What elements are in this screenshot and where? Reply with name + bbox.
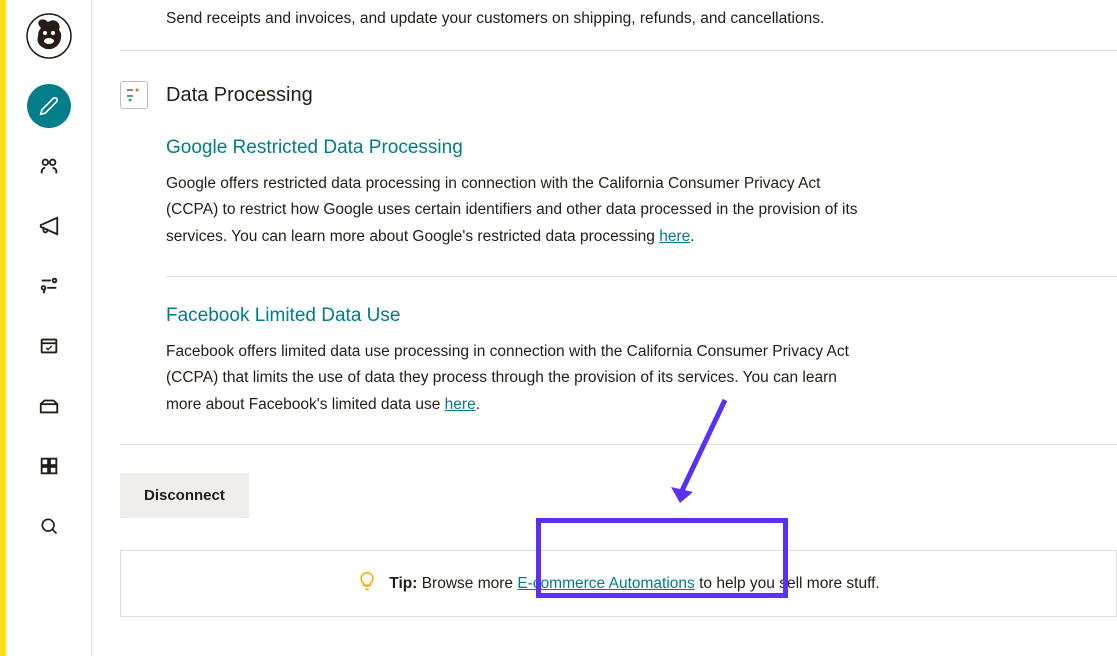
tip-text: Tip: Browse more E-commerce Automations …: [389, 575, 879, 593]
main-content: Send receipts and invoices, and update y…: [92, 0, 1117, 656]
sidebar: [6, 0, 92, 656]
google-body-after: .: [690, 228, 694, 245]
tip-label: Tip:: [389, 575, 417, 592]
facebook-body: Facebook offers limited data use process…: [166, 339, 866, 418]
google-body: Google offers restricted data processing…: [166, 171, 866, 250]
lightbulb-icon: [357, 571, 377, 596]
sidebar-item-website[interactable]: [27, 324, 71, 368]
facebook-here-link[interactable]: here: [445, 396, 476, 413]
sidebar-item-integrations[interactable]: [27, 444, 71, 488]
website-icon: [38, 335, 60, 357]
sidebar-item-campaigns[interactable]: [27, 204, 71, 248]
facebook-body-after: .: [476, 396, 480, 413]
grid-icon: [38, 455, 60, 477]
google-subsection: Google Restricted Data Processing Google…: [166, 137, 1117, 250]
content-icon: [38, 395, 60, 417]
google-here-link[interactable]: here: [659, 228, 690, 245]
tip-after: to help you sell more stuff.: [695, 575, 880, 592]
facebook-title: Facebook Limited Data Use: [166, 305, 1117, 327]
megaphone-icon: [38, 215, 60, 237]
sidebar-item-audience[interactable]: [27, 144, 71, 188]
pencil-icon: [39, 96, 59, 116]
section-title: Data Processing: [166, 84, 313, 107]
search-icon: [39, 516, 59, 536]
google-title: Google Restricted Data Processing: [166, 137, 1117, 159]
disconnect-button[interactable]: Disconnect: [120, 473, 249, 518]
facebook-body-text: Facebook offers limited data use process…: [166, 343, 849, 413]
monkey-logo-icon: [26, 13, 72, 59]
google-body-text: Google offers restricted data processing…: [166, 175, 858, 245]
sidebar-item-create[interactable]: [27, 84, 71, 128]
automations-icon: [38, 275, 60, 297]
mailchimp-logo[interactable]: [25, 12, 73, 60]
sidebar-item-automations[interactable]: [27, 264, 71, 308]
intro-text: Send receipts and invoices, and update y…: [166, 10, 1117, 28]
tip-before: Browse more: [417, 575, 517, 592]
data-processing-icon: [120, 81, 148, 109]
tip-link[interactable]: E-commerce Automations: [517, 575, 694, 592]
sub-divider: [166, 276, 1117, 277]
tip-box: Tip: Browse more E-commerce Automations …: [120, 550, 1117, 617]
divider: [120, 50, 1117, 51]
facebook-subsection: Facebook Limited Data Use Facebook offer…: [166, 305, 1117, 418]
sidebar-item-search[interactable]: [27, 504, 71, 548]
divider: [120, 444, 1117, 445]
audience-icon: [38, 155, 60, 177]
sidebar-item-content[interactable]: [27, 384, 71, 428]
section-header: Data Processing: [120, 81, 1117, 109]
